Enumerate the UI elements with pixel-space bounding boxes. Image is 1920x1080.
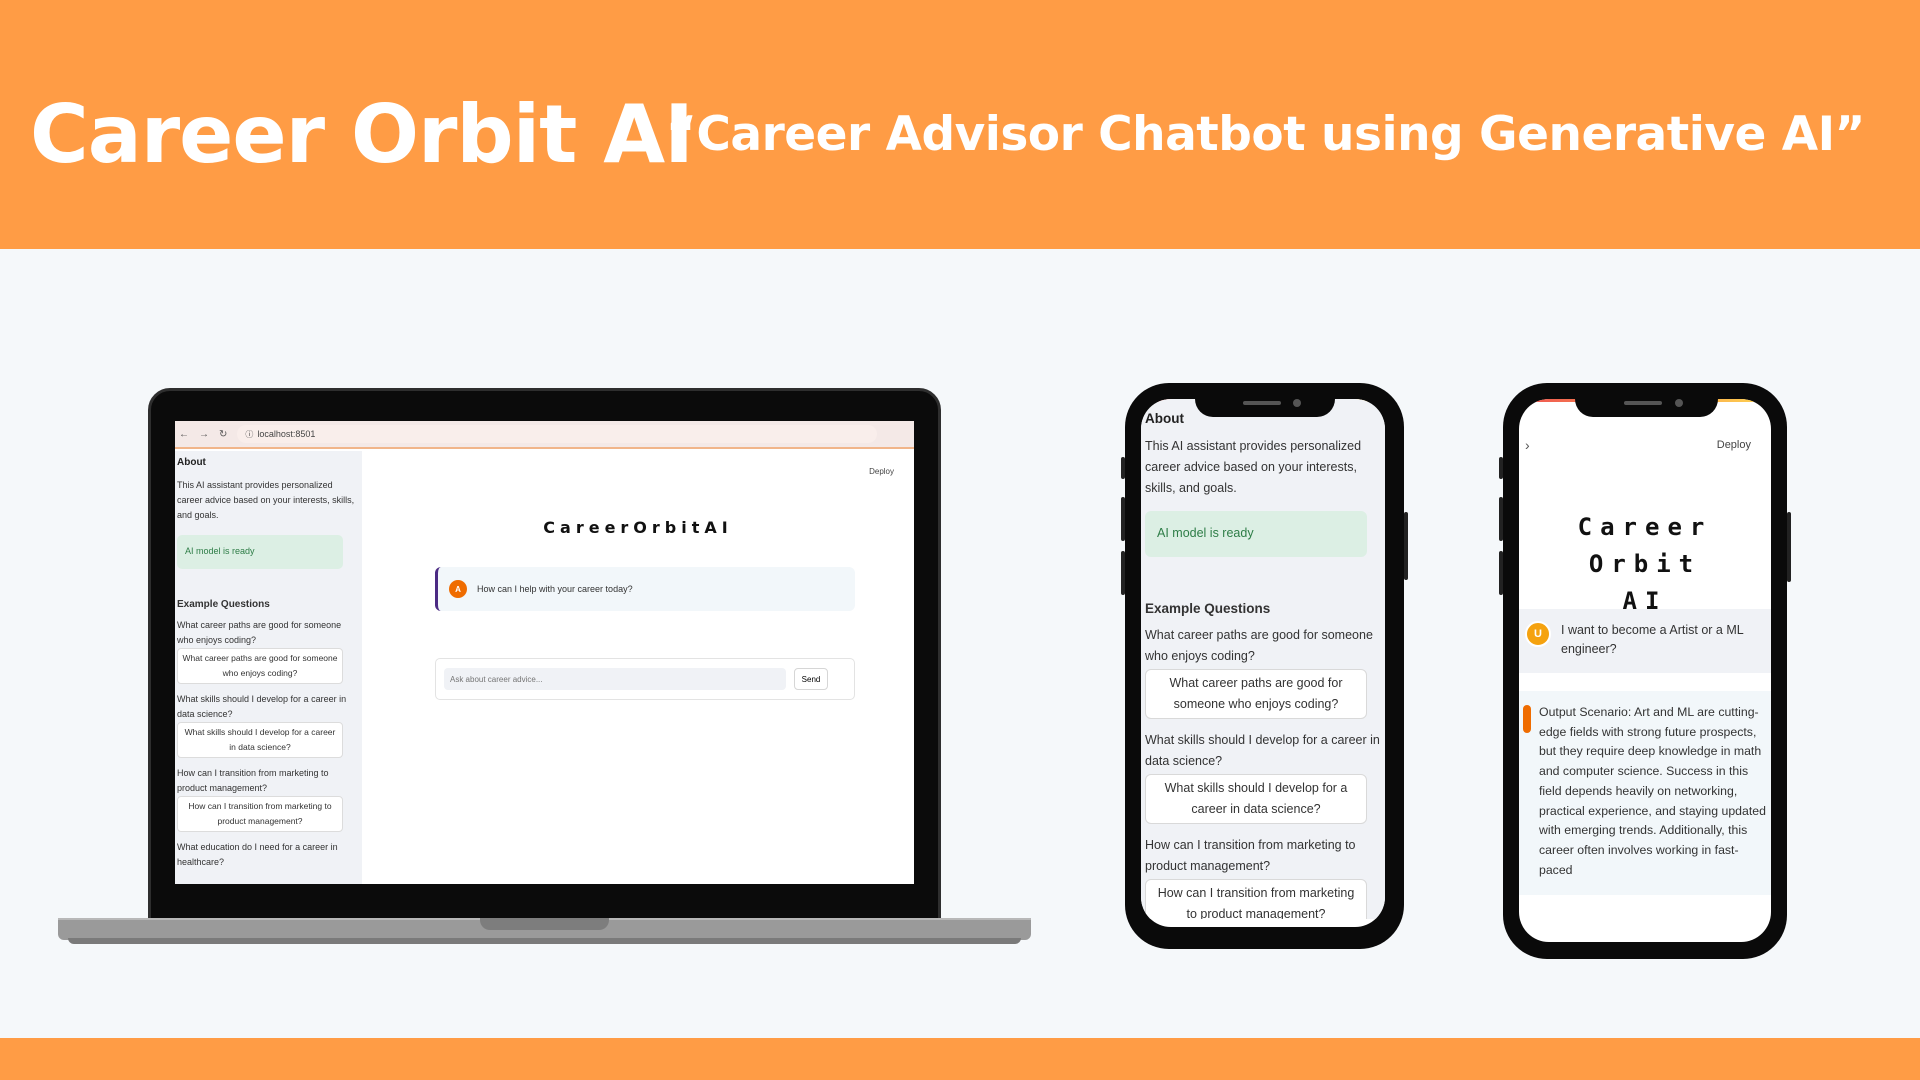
model-status: AI model is ready: [177, 535, 343, 569]
question-button[interactable]: What skills should I develop for a caree…: [1145, 774, 1367, 824]
browser-bar: ← → ↻ ⓘ localhost:8501: [175, 421, 914, 449]
phone-2-side-button: [1499, 497, 1503, 541]
question-text: What education do I need for a career in…: [177, 842, 338, 867]
app-title: CareerOrbitAI: [543, 518, 733, 537]
address-bar[interactable]: ⓘ localhost:8501: [237, 425, 878, 443]
example-questions-heading: Example Questions: [1145, 601, 1271, 616]
example-questions-heading: Example Questions: [177, 599, 270, 610]
chevron-right-icon[interactable]: ›: [1525, 437, 1530, 453]
question-button[interactable]: What career paths are good for someone w…: [177, 648, 343, 684]
phone-2-speaker: [1624, 401, 1662, 405]
app-title: Career Orbit AI: [1519, 509, 1771, 620]
question-button[interactable]: What skills should I develop for a caree…: [177, 722, 343, 758]
phone-2-screen: › Deploy Career Orbit AI U I want to bec…: [1519, 399, 1771, 942]
footer-band: [0, 1038, 1920, 1080]
question-button[interactable]: How can I transition from marketing to p…: [177, 796, 343, 832]
chat-input-form: Send: [435, 658, 855, 700]
laptop-screen: ← → ↻ ⓘ localhost:8501 About This AI ass…: [175, 421, 914, 884]
question-text: What skills should I develop for a caree…: [1145, 733, 1380, 768]
phone-1-screen: About This AI assistant provides persona…: [1141, 399, 1385, 927]
send-button[interactable]: Send: [794, 668, 828, 690]
phone-1-notch: [1195, 383, 1335, 417]
phone-1-side-button: [1121, 457, 1125, 479]
phone-1-camera: [1293, 399, 1301, 407]
reload-icon[interactable]: ↻: [219, 429, 227, 440]
chat-input[interactable]: [444, 668, 786, 690]
phone-2-side-button: [1499, 457, 1503, 479]
question-text: What career paths are good for someone w…: [177, 620, 342, 645]
phone-1-sidebar: About This AI assistant provides persona…: [1141, 399, 1385, 919]
question-text: How can I transition from marketing to p…: [177, 768, 329, 793]
phone-2-side-button: [1499, 551, 1503, 595]
main-panel: Deploy CareerOrbitAI A How can I help wi…: [362, 451, 914, 884]
url-text: localhost:8501: [257, 429, 316, 439]
laptop-foot: [68, 938, 1021, 944]
site-info-icon[interactable]: ⓘ: [245, 429, 253, 440]
assistant-avatar: [1523, 705, 1531, 733]
phone-2-camera: [1675, 399, 1683, 407]
deploy-button[interactable]: Deploy: [869, 467, 894, 476]
sidebar-about-text: This AI assistant provides personalized …: [177, 480, 355, 520]
question-text: How can I transition from marketing to p…: [1145, 838, 1356, 873]
header-banner: Career Orbit AI “Career Advisor Chatbot …: [0, 0, 1920, 249]
laptop-notch: [480, 918, 609, 930]
app-title-line-1: Career Orbit: [1577, 513, 1713, 578]
sidebar-about-heading: About: [177, 457, 206, 468]
model-status: AI model is ready: [1145, 511, 1367, 557]
user-message-text: I want to become a Artist or a ML engine…: [1561, 623, 1744, 656]
question-button[interactable]: How can I transition from marketing to p…: [1145, 879, 1367, 919]
forward-arrow-icon[interactable]: →: [199, 429, 209, 440]
phone-1-speaker: [1243, 401, 1281, 405]
sidebar: About This AI assistant provides persona…: [175, 451, 362, 884]
question-text: What skills should I develop for a caree…: [177, 694, 347, 719]
phone-1-power-button: [1404, 512, 1408, 580]
sidebar-about-text: This AI assistant provides personalized …: [1145, 439, 1362, 495]
question-button[interactable]: What career paths are good for someone w…: [1145, 669, 1367, 719]
phone-2-power-button: [1787, 512, 1791, 582]
phone-1-side-button: [1121, 551, 1125, 595]
assistant-message-text: How can I help with your career today?: [477, 584, 633, 594]
question-text: What career paths are good for someone w…: [1145, 628, 1373, 663]
phone-2-notch: [1575, 383, 1718, 417]
banner-subtitle: “Career Advisor Chatbot using Generative…: [666, 107, 1865, 162]
user-message: U I want to become a Artist or a ML engi…: [1519, 609, 1771, 673]
assistant-message: Output Scenario: Art and ML are cutting-…: [1519, 691, 1771, 895]
assistant-message-text: Output Scenario: Art and ML are cutting-…: [1539, 705, 1766, 877]
phone-1-side-button: [1121, 497, 1125, 541]
back-arrow-icon[interactable]: ←: [179, 429, 189, 440]
deploy-button[interactable]: Deploy: [1717, 439, 1751, 451]
assistant-avatar: A: [449, 580, 467, 598]
user-avatar: U: [1525, 621, 1551, 647]
banner-title: Career Orbit AI: [30, 88, 694, 181]
assistant-message: A How can I help with your career today?: [435, 567, 855, 611]
